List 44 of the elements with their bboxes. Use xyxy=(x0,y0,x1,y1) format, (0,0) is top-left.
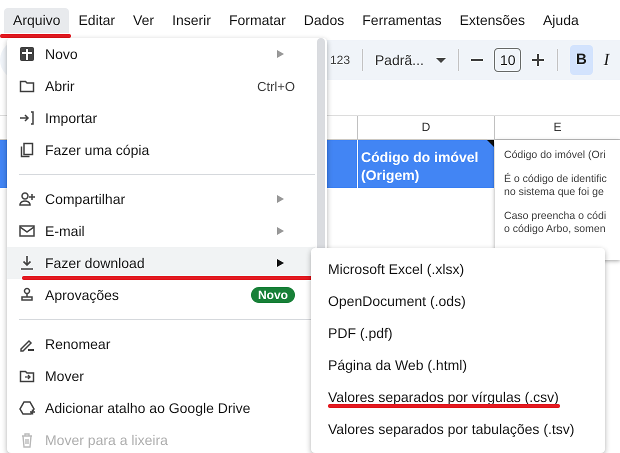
menu-item[interactable]: Fazer download xyxy=(7,247,315,279)
menu-item[interactable]: Ver xyxy=(124,8,164,33)
folder-icon xyxy=(19,78,35,94)
shortcut-text: Ctrl+O xyxy=(257,78,295,94)
bold-button[interactable]: B xyxy=(570,45,593,75)
menu-item[interactable]: E-mail xyxy=(7,215,315,247)
note-text: Código do imóvel (Ori xyxy=(504,149,606,162)
trash-icon xyxy=(19,432,35,448)
font-size-field[interactable]: 10 xyxy=(494,48,522,72)
copy-icon xyxy=(19,142,35,158)
import-icon xyxy=(19,110,35,126)
menu-item[interactable]: Abrir Ctrl+O xyxy=(7,70,315,102)
menu-item[interactable]: Inserir xyxy=(163,8,220,33)
menu-item[interactable]: Ferramentas xyxy=(353,8,451,33)
cell-text: Código do imóvel (Origem) xyxy=(361,149,478,183)
menu-item[interactable]: Compartilhar xyxy=(7,183,315,215)
menu-item[interactable]: Dados xyxy=(294,8,354,33)
number-format-button[interactable]: 123 xyxy=(330,53,350,67)
menu-item[interactable]: Importar xyxy=(7,102,315,134)
menu-item[interactable]: Novo xyxy=(7,38,315,70)
menu-item[interactable]: Editar xyxy=(69,8,124,33)
drive-shortcut-icon xyxy=(19,400,35,416)
note-text: Caso preencha o códi xyxy=(504,210,606,223)
font-dropdown[interactable]: Padrã... xyxy=(374,52,446,68)
note-text: É o código de identific xyxy=(504,173,607,186)
download-icon xyxy=(19,255,35,271)
submenu-arrow-icon xyxy=(275,194,285,204)
italic-button[interactable]: I xyxy=(594,45,618,75)
menu-item[interactable]: Formatar xyxy=(220,8,295,33)
spreadsheet-icon xyxy=(19,46,35,62)
submenu-arrow-icon xyxy=(275,226,285,236)
new-badge: Novo xyxy=(251,287,295,303)
menu-item[interactable]: Ajuda xyxy=(534,8,588,33)
menu-item[interactable]: Extensões xyxy=(450,8,534,33)
add-person-icon xyxy=(19,191,35,207)
plus-icon xyxy=(531,53,546,67)
folder-icon xyxy=(19,368,35,384)
stamp-icon xyxy=(19,287,35,303)
submenu-arrow-icon xyxy=(275,258,285,268)
submenu-arrow-icon xyxy=(275,49,285,59)
note-text: no sistema que foi ge xyxy=(504,186,604,199)
mail-icon xyxy=(19,223,35,239)
menu-item[interactable]: Fazer uma cópia xyxy=(7,134,315,166)
note-text: o código Arbo, somen xyxy=(504,223,606,236)
